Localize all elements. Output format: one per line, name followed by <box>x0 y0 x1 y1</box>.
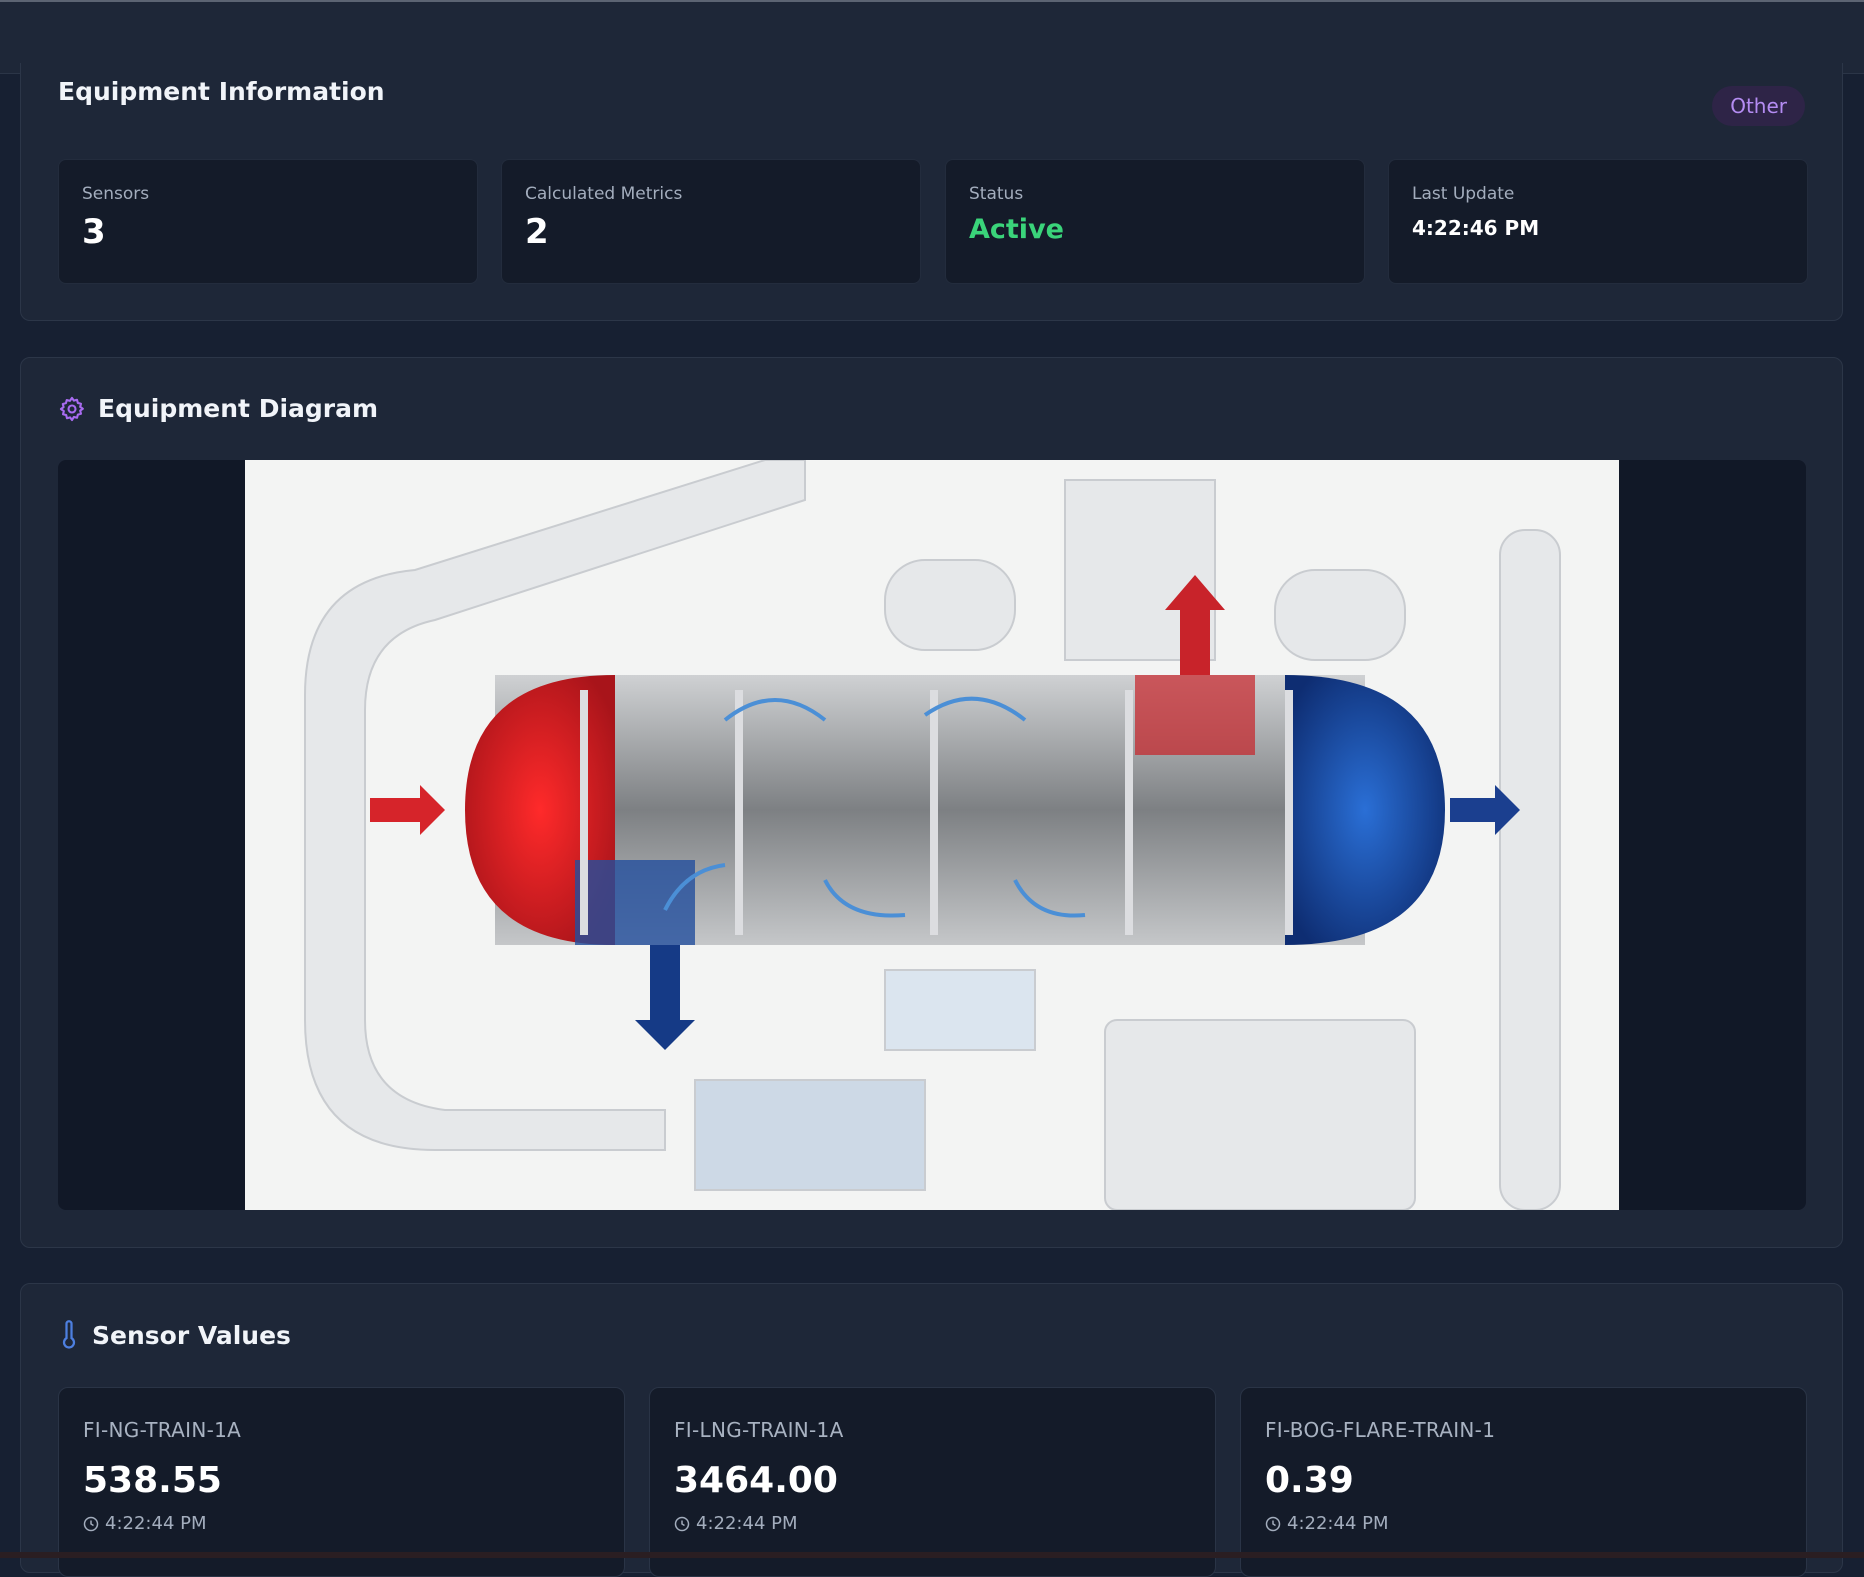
sensor-timestamp: 4:22:44 PM <box>1265 1513 1782 1534</box>
sensor-value: 538.55 <box>83 1460 222 1501</box>
sensor-name: FI-NG-TRAIN-1A <box>83 1418 242 1442</box>
equipment-diagram-card: Equipment Diagram <box>20 357 1843 1248</box>
stat-calculated-metrics: Calculated Metrics 2 <box>501 159 921 284</box>
equipment-info-title: Equipment Information <box>58 77 385 106</box>
stat-value: 3 <box>82 212 106 252</box>
bottom-strip <box>0 1552 1864 1558</box>
thermometer-icon <box>58 1320 80 1350</box>
sensor-values-header: Sensor Values <box>58 1320 291 1350</box>
clock-icon <box>83 1516 99 1532</box>
sensor-value: 0.39 <box>1265 1460 1354 1501</box>
stat-label: Status <box>969 184 1024 204</box>
diagram-frame <box>58 460 1806 1210</box>
stat-label: Calculated Metrics <box>525 184 683 204</box>
sensor-time-text: 4:22:44 PM <box>105 1513 207 1534</box>
stat-label: Sensors <box>82 184 150 204</box>
sensor-time-text: 4:22:44 PM <box>696 1513 798 1534</box>
sensor-name: FI-BOG-FLARE-TRAIN-1 <box>1265 1418 1496 1442</box>
gear-icon <box>58 395 86 423</box>
clock-icon <box>674 1516 690 1532</box>
clock-icon <box>1265 1516 1281 1532</box>
equipment-info-card: Equipment Information Other Sensors 3 Ca… <box>20 63 1843 321</box>
sensor-time-text: 4:22:44 PM <box>1287 1513 1389 1534</box>
sensor-timestamp: 4:22:44 PM <box>83 1513 600 1534</box>
sensor-tile-fi-lng-train-1a[interactable]: FI-LNG-TRAIN-1A 3464.00 4:22:44 PM <box>649 1387 1216 1577</box>
diagram-header: Equipment Diagram <box>58 394 378 423</box>
sensor-tile-fi-ng-train-1a[interactable]: FI-NG-TRAIN-1A 538.55 4:22:44 PM <box>58 1387 625 1577</box>
stat-sensors: Sensors 3 <box>58 159 478 284</box>
stat-last-update: Last Update 4:22:46 PM <box>1388 159 1808 284</box>
status-value: Active <box>969 214 1064 245</box>
diagram-title: Equipment Diagram <box>98 394 379 423</box>
sensor-values-title: Sensor Values <box>92 1320 291 1350</box>
sensor-name: FI-LNG-TRAIN-1A <box>674 1418 844 1442</box>
sensor-values-card: Sensor Values FI-NG-TRAIN-1A 538.55 4:22… <box>20 1283 1843 1577</box>
stat-status: Status Active <box>945 159 1365 284</box>
sensor-value: 3464.00 <box>674 1460 838 1501</box>
stat-value: 4:22:46 PM <box>1412 216 1540 240</box>
stat-value: 2 <box>525 212 549 252</box>
stat-label: Last Update <box>1412 184 1515 204</box>
category-badge: Other <box>1712 86 1805 126</box>
sensor-tile-fi-bog-flare-train-1[interactable]: FI-BOG-FLARE-TRAIN-1 0.39 4:22:44 PM <box>1240 1387 1807 1577</box>
heat-exchanger-diagram <box>245 460 1619 1210</box>
sensor-timestamp: 4:22:44 PM <box>674 1513 1191 1534</box>
